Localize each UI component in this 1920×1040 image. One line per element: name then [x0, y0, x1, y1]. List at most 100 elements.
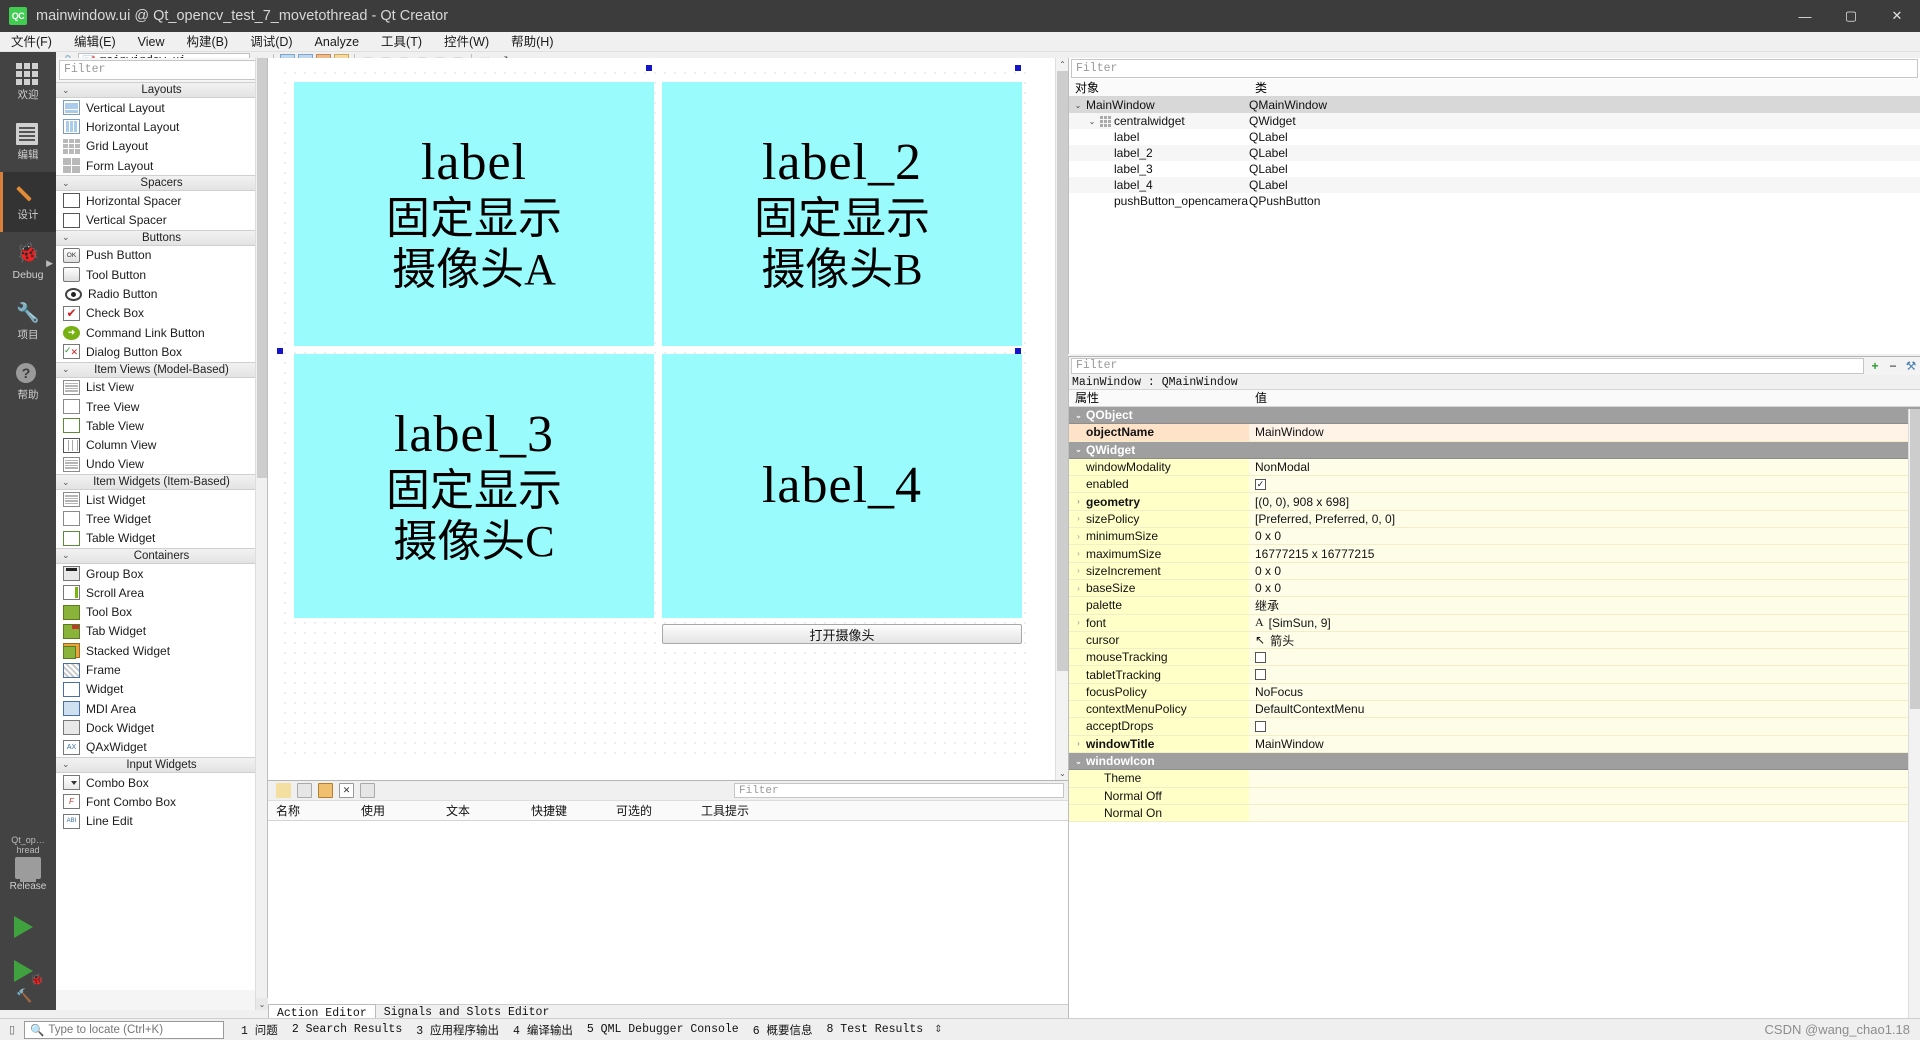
property-row[interactable]: palette 继承	[1069, 597, 1920, 615]
widget-box-item[interactable]: Table Widget	[56, 528, 267, 548]
chevron-right-icon[interactable]: ›	[1073, 549, 1084, 558]
widget-box-item[interactable]: Combo Box	[56, 772, 267, 793]
menu-build[interactable]: 构建(B)	[176, 32, 240, 52]
widget-group-header[interactable]: ⌄ Item Views (Model-Based)	[56, 361, 267, 378]
resize-handle-top[interactable]	[646, 65, 652, 71]
widget-box-item[interactable]: ABI Line Edit	[56, 811, 267, 831]
widget-box-item[interactable]: Tree View	[56, 396, 267, 417]
property-value-cell[interactable]	[1249, 787, 1920, 804]
property-value-cell[interactable]: A [SimSun, 9]	[1249, 614, 1920, 631]
output-pane-button[interactable]: 1 问题	[234, 1022, 285, 1038]
widget-box-list[interactable]: ⌄ Layouts Vertical Layout Horizontal Layout…	[56, 82, 267, 990]
property-row[interactable]: windowModality NonModal	[1069, 458, 1920, 477]
widget-box-item[interactable]: Form Layout	[56, 155, 267, 176]
widget-box-item[interactable]: Undo View	[56, 454, 267, 475]
widget-box-item[interactable]: Tool Button	[56, 265, 267, 285]
property-row[interactable]: acceptDrops	[1069, 718, 1920, 736]
configure-property-icon[interactable]: ⚒	[1902, 358, 1920, 374]
locator-input[interactable]: 🔍 Type to locate (Ctrl+K)	[24, 1020, 224, 1039]
chevron-down-icon[interactable]: ⌄	[1073, 757, 1084, 766]
property-row[interactable]: › sizePolicy [Preferred, Preferred, 0, 0]	[1069, 510, 1920, 529]
property-value-cell[interactable]: ↖ 箭头	[1249, 631, 1920, 649]
mode-welcome[interactable]: 欢迎	[0, 52, 56, 112]
menu-analyze[interactable]: Analyze	[304, 32, 370, 52]
property-value-cell[interactable]: [Preferred, Preferred, 0, 0]	[1249, 510, 1920, 528]
widget-box-item[interactable]: Group Box	[56, 563, 267, 584]
widget-box-item[interactable]: F Font Combo Box	[56, 792, 267, 812]
property-value-cell[interactable]	[1249, 718, 1920, 735]
scrollbar-thumb[interactable]	[1910, 409, 1920, 709]
minimize-button[interactable]: —	[1782, 0, 1828, 32]
widget-box-item[interactable]: Scroll Area	[56, 583, 267, 603]
open-camera-button[interactable]: 打开摄像头	[662, 624, 1022, 644]
property-row[interactable]: cursor ↖ 箭头	[1069, 631, 1920, 650]
output-pane-button[interactable]: 4 编译输出	[506, 1022, 580, 1038]
widget-box-item[interactable]: Grid Layout	[56, 136, 267, 156]
property-editor-table[interactable]: ⌄ QObject objectName MainWindow ⌄ QWidget wind…	[1069, 407, 1920, 823]
property-checkbox[interactable]	[1255, 651, 1266, 663]
sidebar-toggle-icon[interactable]: ▯	[0, 1019, 24, 1040]
widget-box-item[interactable]: Frame	[56, 660, 267, 680]
menu-file[interactable]: 文件(F)	[0, 32, 63, 52]
chevron-right-icon[interactable]: ›	[1073, 618, 1084, 627]
property-row[interactable]: contextMenuPolicy DefaultContextMenu	[1069, 701, 1920, 719]
widget-box-item[interactable]: Column View	[56, 435, 267, 455]
property-row[interactable]: focusPolicy NoFocus	[1069, 683, 1920, 702]
widget-box-item[interactable]: MDI Area	[56, 699, 267, 719]
widget-box-filter-input[interactable]: Filter	[59, 60, 264, 80]
menu-tools[interactable]: 工具(T)	[370, 32, 433, 52]
property-value-cell[interactable]: 0 x 0	[1249, 528, 1920, 545]
widget-group-header[interactable]: ⌄ Layouts	[56, 82, 267, 98]
widget-box-item[interactable]: ➜ Command Link Button	[56, 322, 267, 343]
form-editor-canvas[interactable]: label 固定显示 摄像头A label_2 固定显示 摄像头B label_3 固定显…	[268, 58, 1068, 780]
widget-box-item[interactable]: Widget	[56, 679, 267, 700]
widget-box-scrollbar[interactable]: ⌄	[255, 58, 268, 1010]
output-pane-button[interactable]: 8 Test Results	[820, 1023, 931, 1036]
form-label-3[interactable]: label_3 固定显示 摄像头C	[294, 354, 654, 618]
property-row[interactable]: Theme	[1069, 770, 1920, 788]
object-tree-row[interactable]: ⌄ centralwidget QWidget	[1069, 113, 1920, 129]
object-tree-row[interactable]: ⌄ MainWindow QMainWindow	[1069, 97, 1920, 113]
build-hammer-icon[interactable]: 🔨	[16, 988, 32, 1004]
resize-handle-left[interactable]	[277, 348, 283, 354]
property-row[interactable]: › maximumSize 16777215 x 16777215	[1069, 545, 1920, 563]
object-tree-row[interactable]: label_3 QLabel	[1069, 161, 1920, 177]
property-value-cell[interactable]: DefaultContextMenu	[1249, 701, 1920, 718]
property-row[interactable]: Normal Off	[1069, 787, 1920, 805]
widget-box-item[interactable]: List Widget	[56, 490, 267, 510]
chevron-down-icon[interactable]: ⌄	[1073, 445, 1084, 454]
chevron-right-icon[interactable]: ›	[1073, 584, 1084, 593]
property-group-row[interactable]: ⌄ QWidget	[1069, 441, 1920, 459]
widget-box-item[interactable]: Dock Widget	[56, 718, 267, 738]
chevron-right-icon[interactable]: ›	[1073, 739, 1084, 748]
run-button[interactable]	[14, 916, 33, 938]
resize-handle-top-right[interactable]	[1015, 65, 1021, 71]
output-pane-button[interactable]: 6 概要信息	[746, 1022, 820, 1038]
close-button[interactable]: ✕	[1874, 0, 1920, 32]
edit-action-icon[interactable]	[360, 783, 375, 798]
chevron-right-icon[interactable]: ›	[1073, 532, 1084, 541]
widget-box-item[interactable]: Stacked Widget	[56, 641, 267, 661]
form-label-4[interactable]: label_4	[662, 354, 1022, 618]
property-row[interactable]: › windowTitle MainWindow	[1069, 735, 1920, 753]
property-value-cell[interactable]: NoFocus	[1249, 683, 1920, 701]
property-value-cell[interactable]	[1249, 407, 1920, 424]
property-value-cell[interactable]: MainWindow	[1249, 424, 1920, 441]
action-editor-filter-input[interactable]: Filter	[734, 783, 1064, 798]
property-value-cell[interactable]: 16777215 x 16777215	[1249, 545, 1920, 562]
widget-box-item[interactable]: Horizontal Layout	[56, 117, 267, 137]
property-value-cell[interactable]: 继承	[1249, 597, 1920, 614]
form-label-1[interactable]: label 固定显示 摄像头A	[294, 82, 654, 346]
mode-help[interactable]: ? 帮助	[0, 352, 56, 412]
object-inspector-tree[interactable]: ⌄ MainWindow QMainWindow ⌄ centralwidget QWid…	[1069, 97, 1920, 209]
property-group-row[interactable]: ⌄ QObject	[1069, 407, 1920, 425]
object-tree-row[interactable]: label_4 QLabel	[1069, 177, 1920, 193]
canvas-scrollbar[interactable]: ⌃ ⌄	[1055, 58, 1068, 780]
widget-box-item[interactable]: Vertical Layout	[56, 98, 267, 118]
resize-handle-right[interactable]	[1015, 348, 1021, 354]
mode-edit[interactable]: 编辑	[0, 112, 56, 172]
scrollbar-thumb[interactable]	[257, 58, 267, 478]
widget-box-item[interactable]: Table View	[56, 416, 267, 436]
property-value-cell[interactable]: 0 x 0	[1249, 579, 1920, 597]
property-row[interactable]: Normal On	[1069, 804, 1920, 823]
